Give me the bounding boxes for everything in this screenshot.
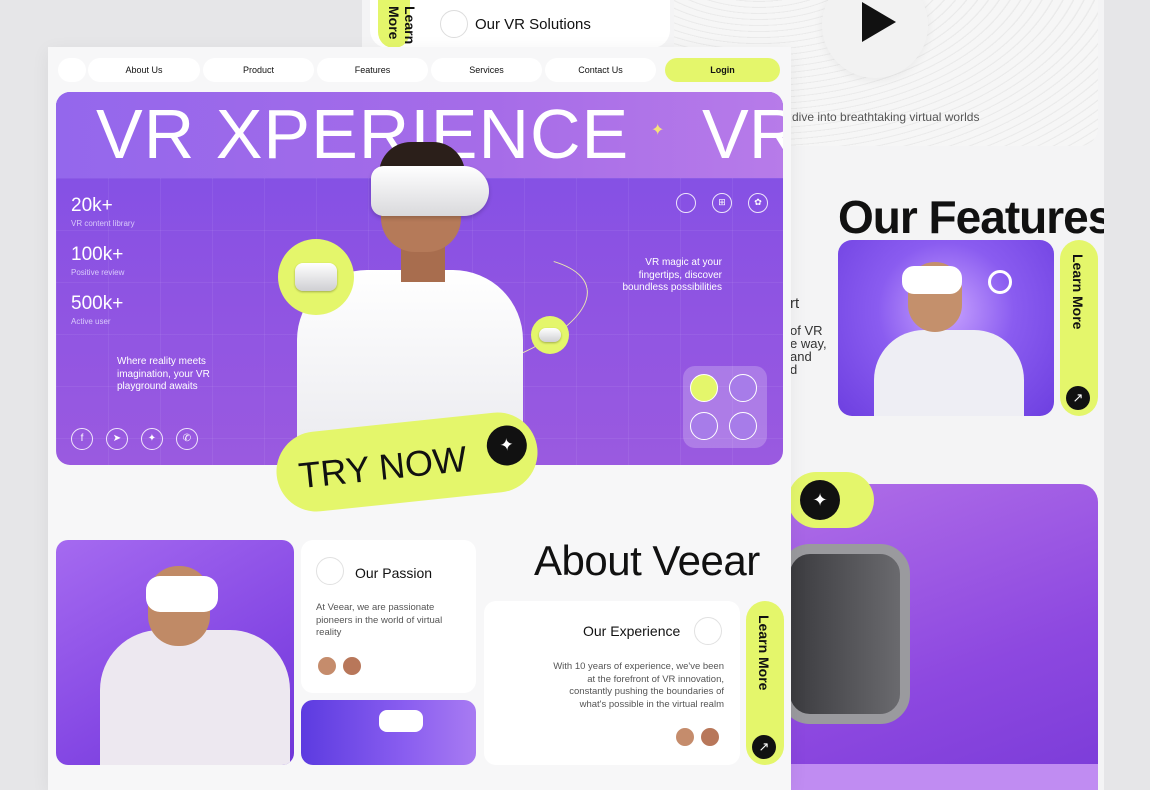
avatar xyxy=(316,655,338,677)
experience-text: With 10 years of experience, we've been … xyxy=(553,661,724,710)
arrow-up-right-icon: ↗ xyxy=(752,735,776,759)
stat-label: Positive review xyxy=(71,268,125,277)
stat-content-library: 20k+ VR content library xyxy=(71,195,135,228)
sparkle-icon: ✦ xyxy=(800,480,840,520)
cutoff-line: rt xyxy=(790,295,800,312)
learn-more-label: Learn More xyxy=(386,6,418,45)
front-page: About Us Product Features Services Conta… xyxy=(48,47,791,790)
vr-controller xyxy=(988,270,1012,294)
nav-contact-us[interactable]: Contact Us xyxy=(545,58,656,82)
twitter-icon[interactable]: ✦ xyxy=(141,428,163,450)
login-button[interactable]: Login xyxy=(665,58,780,82)
sparkle-icon: ✦ xyxy=(651,122,665,139)
facebook-icon[interactable]: f xyxy=(71,428,93,450)
nav-about-us[interactable]: About Us xyxy=(88,58,200,82)
features-learn-more[interactable]: Learn More ↗ xyxy=(1060,240,1098,416)
solutions-title: Our VR Solutions xyxy=(475,16,591,33)
experience-card: Our Experience With 10 years of experien… xyxy=(484,601,740,765)
experience-title: Our Experience xyxy=(583,623,681,639)
huawei-icon[interactable]: ✿ xyxy=(748,193,768,213)
hero-title-repeat: VR xyxy=(702,95,783,173)
vr-headset-icon xyxy=(316,557,344,585)
vr-headset xyxy=(379,710,423,732)
hero-right-copy: VR magic at your fingertips, discover bo… xyxy=(622,257,722,293)
vr-goggle xyxy=(790,544,910,724)
passion-text: At Veear, we are passionate pioneers in … xyxy=(316,602,443,638)
stat-positive-review: 100k+ Positive review xyxy=(71,244,124,277)
arrow-up-right-icon: ↗ xyxy=(1066,386,1090,410)
hero-banner: VR XPERIENCE ✦ VR 20k+ VR content librar… xyxy=(56,92,783,465)
cutoff-line: d xyxy=(790,362,798,377)
vr-headset-icon xyxy=(440,10,468,38)
about-learn-more[interactable]: Learn More ↗ xyxy=(746,601,784,765)
stat-label: VR content library xyxy=(71,219,135,228)
stat-number: 20k+ xyxy=(71,195,113,216)
passion-card: Our Passion At Veear, we are passionate … xyxy=(301,540,476,693)
stat-number: 500k+ xyxy=(71,293,124,314)
passion-image xyxy=(301,700,476,765)
product-image xyxy=(790,484,1098,790)
thumbnail-item[interactable] xyxy=(690,412,718,440)
passion-title: Our Passion xyxy=(355,565,433,581)
spark-pill[interactable]: ✦ xyxy=(788,472,874,528)
features-image xyxy=(838,240,1054,416)
vr-headset-icon xyxy=(539,328,561,342)
learn-more-tab[interactable]: Learn More xyxy=(378,0,418,48)
product-bubble-large[interactable] xyxy=(278,239,354,315)
nav-services[interactable]: Services xyxy=(431,58,542,82)
apple-icon[interactable] xyxy=(676,193,696,213)
stat-label: Active user xyxy=(71,317,111,326)
vr-headset xyxy=(371,166,489,216)
telegram-icon[interactable]: ➤ xyxy=(106,428,128,450)
learn-more-label: Learn More xyxy=(1070,254,1086,330)
about-image xyxy=(56,540,294,765)
thumbnail-item[interactable] xyxy=(690,374,718,402)
solutions-card[interactable]: Learn More Our VR Solutions xyxy=(370,0,670,48)
features-title: Our Features xyxy=(838,191,1104,243)
hero-left-copy: Where reality meets imagination, your VR… xyxy=(117,356,210,392)
person-shirt xyxy=(874,330,1024,416)
product-bubble-small[interactable] xyxy=(531,316,569,354)
image-footer xyxy=(790,764,1098,790)
windows-icon[interactable]: ⊞ xyxy=(712,193,732,213)
avatar xyxy=(674,726,696,748)
avatar xyxy=(699,726,721,748)
nav-product[interactable]: Product xyxy=(203,58,314,82)
sparkle-icon: ✦ xyxy=(484,423,529,468)
vr-headset-icon xyxy=(294,263,338,291)
avatar xyxy=(341,655,363,677)
features-cutoff-text: rt of VR e way, and d xyxy=(790,295,827,377)
thumbnail-item[interactable] xyxy=(729,412,757,440)
nav-features[interactable]: Features xyxy=(317,58,428,82)
whatsapp-icon[interactable]: ✆ xyxy=(176,428,198,450)
vr-headset-icon xyxy=(694,617,722,645)
vr-headset xyxy=(902,266,962,294)
product-thumbnails xyxy=(683,366,767,448)
person-shirt xyxy=(100,630,290,765)
thumbnail-item[interactable] xyxy=(729,374,757,402)
try-now-label: TRY NOW xyxy=(296,437,469,497)
video-caption: e dive into breathtaking virtual worlds xyxy=(782,110,980,124)
nav-spacer-pill xyxy=(58,58,86,82)
learn-more-label: Learn More xyxy=(756,615,772,691)
stat-active-user: 500k+ Active user xyxy=(71,293,123,326)
vr-headset xyxy=(146,576,218,612)
about-title: About Veear xyxy=(534,537,760,584)
stat-number: 100k+ xyxy=(71,244,124,265)
